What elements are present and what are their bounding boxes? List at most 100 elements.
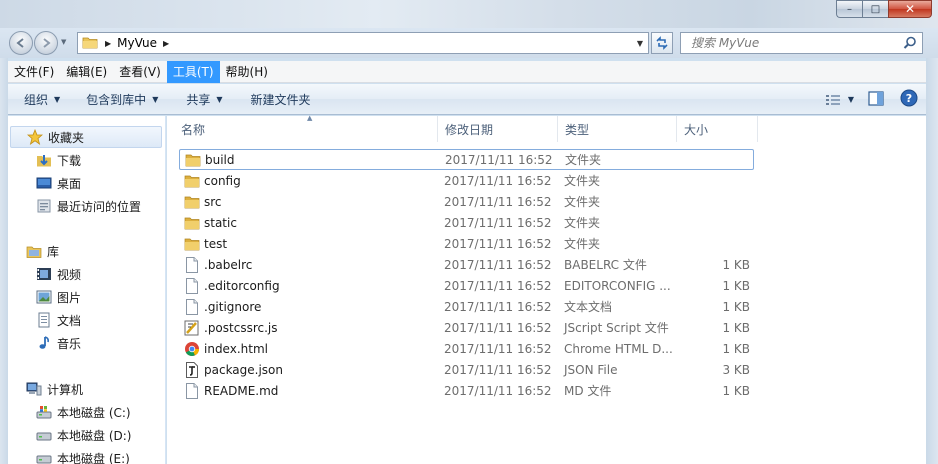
file-row[interactable]: .postcssrc.js 2017/11/11 16:52 JScript Scr…	[179, 317, 754, 338]
file-name-cell: .postcssrc.js	[179, 320, 434, 336]
folder-icon	[185, 152, 201, 168]
file-date: 2017/11/11 16:52	[444, 320, 552, 335]
nav-computer[interactable]: 计算机	[26, 378, 83, 400]
refresh-button[interactable]	[651, 32, 673, 54]
file-size: 1 KB	[722, 257, 750, 272]
sort-ascending-icon: ▲	[307, 114, 313, 122]
address-bar[interactable]: ▶ MyVue ▶ ▼	[77, 32, 649, 54]
nav-libraries[interactable]: 库	[26, 240, 59, 262]
close-button[interactable]: ✕	[888, 0, 932, 18]
nav-music-label: 音乐	[57, 336, 82, 351]
file-type: 文件夹	[564, 237, 601, 251]
file-size: 1 KB	[722, 299, 750, 314]
nav-music[interactable]: 音乐	[36, 332, 81, 354]
file-size: 1 KB	[722, 383, 750, 398]
menu-file[interactable]: 文件(F)	[8, 61, 60, 83]
share-button[interactable]: 共享 ▼	[178, 91, 230, 108]
include-in-library-button[interactable]: 包含到库中 ▼	[78, 91, 166, 108]
back-button[interactable]	[9, 31, 33, 55]
file-name: .gitignore	[204, 299, 262, 314]
nav-drive-c[interactable]: 本地磁盘 (C:)	[36, 401, 131, 423]
file-date: 2017/11/11 16:52	[444, 383, 552, 398]
nav-videos[interactable]: 视频	[36, 263, 81, 285]
file-name-cell: src	[179, 194, 434, 210]
column-header-name[interactable]: ▲ 名称	[174, 114, 438, 142]
minimize-button[interactable]: –	[836, 0, 862, 18]
breadcrumb-segment[interactable]: MyVue	[117, 36, 157, 50]
preview-pane-button[interactable]	[868, 90, 884, 109]
menu-view[interactable]: 查看(V)	[113, 61, 167, 83]
file-date: 2017/11/11 16:52	[444, 278, 552, 293]
nav-recent-places-label: 最近访问的位置	[57, 199, 142, 214]
new-folder-button[interactable]: 新建文件夹	[243, 91, 319, 108]
file-row[interactable]: index.html 2017/11/11 16:52 Chrome HTML D.…	[179, 338, 754, 359]
file-name: README.md	[204, 383, 279, 398]
file-date: 2017/11/11 16:52	[444, 299, 552, 314]
nav-drive-d[interactable]: 本地磁盘 (D:)	[36, 424, 131, 446]
file-name: .postcssrc.js	[204, 320, 278, 335]
address-row: ▼ ▶ MyVue ▶ ▼	[0, 28, 938, 58]
menu-edit[interactable]: 编辑(E)	[60, 61, 113, 83]
nav-drive-e[interactable]: 本地磁盘 (E:)	[36, 447, 130, 464]
downloads-folder-icon	[36, 152, 52, 168]
nav-drive-c-label: 本地磁盘 (C:)	[57, 405, 131, 420]
menu-help[interactable]: 帮助(H)	[220, 61, 274, 83]
column-header-date[interactable]: 修改日期	[438, 116, 558, 142]
file-row[interactable]: .gitignore 2017/11/11 16:52 文本文档 1 KB	[179, 296, 754, 317]
search-box[interactable]	[680, 32, 923, 54]
help-button[interactable]: ?	[900, 89, 918, 110]
window-frame-left	[0, 58, 8, 464]
file-row[interactable]: README.md 2017/11/11 16:52 MD 文件 1 KB	[179, 380, 754, 401]
search-icon[interactable]	[903, 36, 917, 53]
column-date-label: 修改日期	[445, 122, 494, 137]
navigation-pane[interactable]: 收藏夹 下载 桌面 最近访问的位置 库 视频 图片 文档 音乐 计算机 本地磁盘…	[8, 116, 166, 464]
file-date: 2017/11/11 16:52	[444, 194, 552, 209]
file-row[interactable]: src 2017/11/11 16:52 文件夹	[179, 191, 754, 212]
script-icon	[184, 320, 200, 336]
breadcrumb-chevron-icon[interactable]: ▶	[163, 39, 169, 48]
menu-tools[interactable]: 工具(T)	[166, 60, 220, 83]
nav-downloads[interactable]: 下载	[36, 149, 81, 171]
file-size: 1 KB	[722, 320, 750, 335]
column-header-size[interactable]: 大小	[677, 116, 758, 142]
file-name-cell: .babelrc	[179, 256, 434, 273]
file-type: 文本文档	[564, 300, 613, 314]
file-row[interactable]: .babelrc 2017/11/11 16:52 BABELRC 文件 1 KB	[179, 254, 754, 275]
view-controls: ▼ ?	[822, 84, 926, 115]
file-row[interactable]: test 2017/11/11 16:52 文件夹	[179, 233, 754, 254]
address-dropdown-icon[interactable]: ▼	[632, 33, 648, 53]
arrow-left-icon	[16, 38, 24, 48]
change-view-button[interactable]	[822, 91, 844, 109]
file-row[interactable]: .editorconfig 2017/11/11 16:52 EDITORCONFI…	[179, 275, 754, 296]
include-in-library-label: 包含到库中	[86, 92, 147, 107]
search-input[interactable]	[691, 36, 901, 50]
organize-button[interactable]: 组织 ▼	[16, 91, 68, 108]
file-row[interactable]: package.json 2017/11/11 16:52 JSON File 3 K…	[179, 359, 754, 380]
recent-pages-dropdown[interactable]: ▼	[61, 38, 66, 46]
nav-favorites[interactable]: 收藏夹	[10, 126, 162, 148]
nav-desktop[interactable]: 桌面	[36, 172, 81, 194]
file-row[interactable]: static 2017/11/11 16:52 文件夹	[179, 212, 754, 233]
file-type: JSON File	[564, 362, 618, 377]
breadcrumb-chevron-icon[interactable]: ▶	[105, 39, 111, 48]
chevron-down-icon: ▼	[152, 94, 159, 104]
file-name-cell: package.json	[179, 361, 434, 378]
file-row[interactable]: config 2017/11/11 16:52 文件夹	[179, 170, 754, 191]
file-date: 2017/11/11 16:52	[444, 236, 552, 251]
file-list[interactable]: ▲ 名称 修改日期 类型 大小 build 2017/11/11 16:52 文件夹…	[167, 114, 926, 464]
file-row[interactable]: build 2017/11/11 16:52 文件夹	[179, 149, 754, 170]
column-header-type[interactable]: 类型	[558, 116, 677, 142]
nav-drive-d-label: 本地磁盘 (D:)	[57, 428, 132, 443]
maximize-button[interactable]: □	[862, 0, 888, 18]
file-date: 2017/11/11 16:52	[444, 257, 552, 272]
file-date: 2017/11/11 16:52	[444, 362, 552, 377]
details-view-icon	[825, 94, 840, 105]
column-type-label: 类型	[565, 122, 590, 137]
chevron-down-icon: ▼	[54, 94, 61, 104]
nav-documents[interactable]: 文档	[36, 309, 81, 331]
chevron-down-icon: ▼	[216, 94, 223, 104]
view-dropdown-icon[interactable]: ▼	[848, 95, 854, 104]
forward-button[interactable]	[34, 31, 58, 55]
nav-pictures[interactable]: 图片	[36, 286, 81, 308]
nav-recent-places[interactable]: 最近访问的位置	[36, 195, 141, 217]
